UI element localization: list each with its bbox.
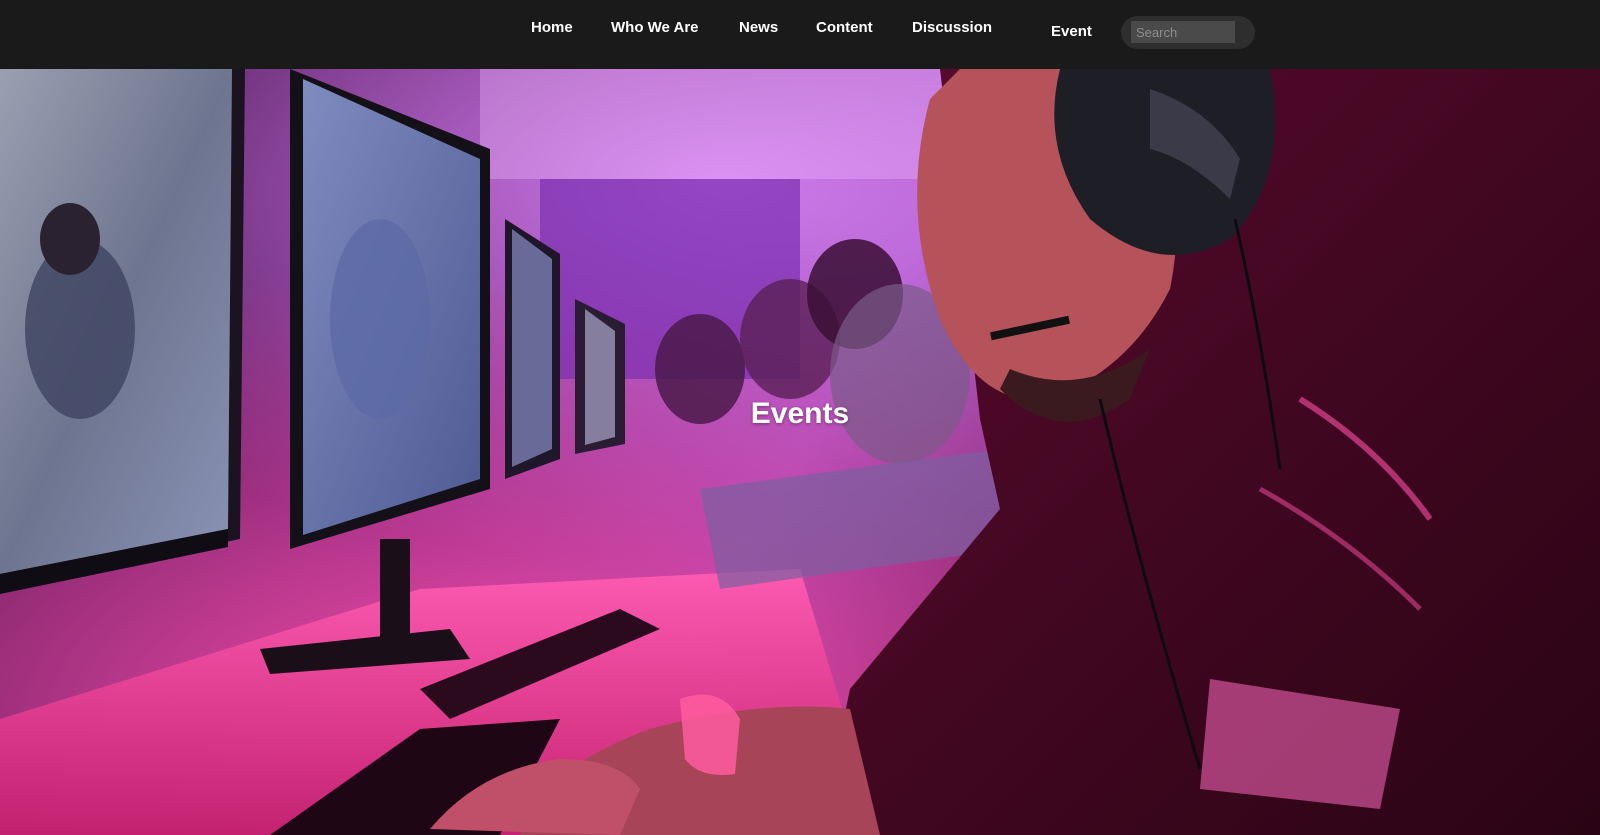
- hero-banner: Events: [0, 69, 1600, 835]
- top-navigation-bar: Home Who We Are News Content Discussion …: [0, 0, 1600, 69]
- search-container: [1121, 16, 1255, 49]
- nav-link-news[interactable]: News: [739, 19, 778, 36]
- nav-link-content[interactable]: Content: [816, 19, 873, 36]
- nav-link-who-we-are[interactable]: Who We Are: [611, 19, 699, 36]
- nav-link-discussion[interactable]: Discussion: [912, 19, 992, 36]
- search-input[interactable]: [1131, 21, 1235, 43]
- page-title: Events: [750, 397, 850, 430]
- nav-link-home[interactable]: Home: [531, 19, 573, 36]
- nav-link-event[interactable]: Event: [1051, 23, 1092, 40]
- hero-background-image: [0, 69, 1600, 835]
